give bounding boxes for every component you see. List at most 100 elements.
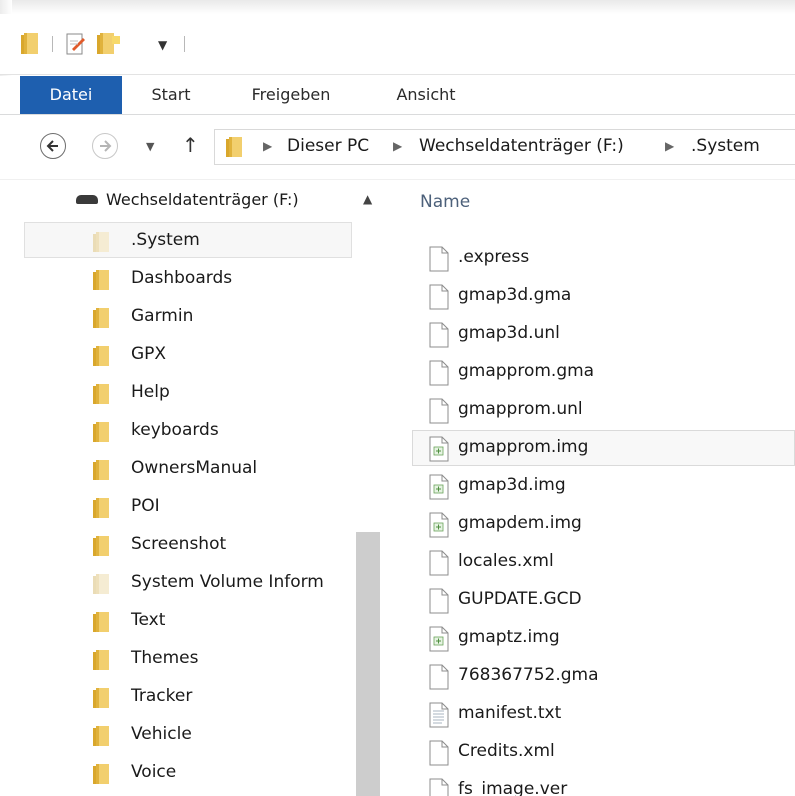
tree-item-vehicle[interactable]: Vehicle [0,716,353,754]
file-row-gmap3d-img[interactable]: gmap3d.img [384,468,795,506]
arrow-right-icon [100,140,112,152]
tab-datei[interactable]: Datei [20,76,122,114]
tree-item-system[interactable]: .System [0,222,353,260]
tree-item-label: Vehicle [131,724,192,744]
arrow-left-icon [46,140,58,152]
folder-icon [92,345,112,371]
up-button[interactable]: ↑ [182,133,199,157]
tree-item-voice[interactable]: Voice [0,754,353,792]
tab-freigeben[interactable]: Freigeben [230,76,352,114]
blank-file-icon [428,398,450,428]
file-row-gmap3d-gma[interactable]: gmap3d.gma [384,278,795,316]
folder-icon [92,231,112,257]
file-name: GUPDATE.GCD [458,589,582,609]
blank-file-icon [428,664,450,694]
blank-file-icon [428,778,450,796]
file-name: gmap3d.gma [458,285,572,305]
ribbon-tabs: Datei Start Freigeben Ansicht [0,76,795,115]
forward-button[interactable] [92,133,118,159]
image-file-icon [428,626,450,656]
tree-item-help[interactable]: Help [0,374,353,412]
folder-icon [92,649,112,675]
address-bar: ▼ ↑ ▶ Dieser PC ▶ Wechseldatenträger (F:… [0,115,795,180]
quick-access-toolbar: ▼ [0,14,795,75]
blank-file-icon [428,360,450,390]
file-row-gmapprom-img[interactable]: gmapprom.img [384,430,795,468]
file-row-manifest-txt[interactable]: manifest.txt [384,696,795,734]
tree-item-label: OwnersManual [131,458,258,478]
file-row-gmaptz-img[interactable]: gmaptz.img [384,620,795,658]
folder-icon [92,421,112,447]
tree-item-screenshot[interactable]: Screenshot [0,526,353,564]
file-row-gmapprom-gma[interactable]: gmapprom.gma [384,354,795,392]
tree-item-themes[interactable]: Themes [0,640,353,678]
file-row-gmap3d-unl[interactable]: gmap3d.unl [384,316,795,354]
file-name: gmap3d.unl [458,323,560,343]
tree-item-system-volume-inform[interactable]: System Volume Inform [0,564,353,602]
blank-file-icon [428,322,450,352]
breadcrumb-system[interactable]: .System [691,136,760,156]
folder-icon [92,307,112,333]
breadcrumb-drive[interactable]: Wechseldatenträger (F:) [419,136,624,156]
tree-item-dashboards[interactable]: Dashboards [0,260,353,298]
scrollbar-thumb[interactable] [356,532,380,796]
tree-item-label: Text [131,610,166,630]
folder-icon [92,383,112,409]
file-name: .express [458,247,530,267]
tree-item-label: keyboards [131,420,219,440]
file-row-gmapdem-img[interactable]: gmapdem.img [384,506,795,544]
tree-item-garmin[interactable]: Garmin [0,298,353,336]
file-name: manifest.txt [458,703,562,723]
address-path[interactable]: ▶ Dieser PC ▶ Wechseldatenträger (F:) ▶ … [214,129,795,165]
breadcrumb-dieser-pc[interactable]: Dieser PC [287,136,369,156]
tree-item-label: Dashboards [131,268,233,288]
tree-item-gpx[interactable]: GPX [0,336,353,374]
customize-toolbar-icon[interactable]: ▼ [158,38,167,52]
file-row-express[interactable]: .express [384,240,795,278]
file-row-gupdate-gcd[interactable]: GUPDATE.GCD [384,582,795,620]
text-file-icon [428,702,450,732]
tree-item-label: Garmin [131,306,194,326]
tree-root-drive[interactable]: Wechseldatenträger (F:) [76,190,299,214]
file-row-locales-xml[interactable]: locales.xml [384,544,795,582]
toolbar-separator [52,36,53,52]
new-folder-icon[interactable] [96,32,122,56]
folder-icon [92,497,112,523]
tree-item-keyboards[interactable]: keyboards [0,412,353,450]
breadcrumb-arrow-icon[interactable]: ▶ [263,139,272,153]
tree-item-tracker[interactable]: Tracker [0,678,353,716]
folder-tree: .System Dashboards Garmin GPX Help keyboards O… [0,222,353,792]
file-name: 768367752.gma [458,665,599,685]
recent-locations-button[interactable]: ▼ [146,140,154,153]
tree-item-text[interactable]: Text [0,602,353,640]
folder-icon [92,763,112,789]
column-header-name[interactable]: Name [420,192,470,212]
blank-file-icon [428,246,450,276]
back-button[interactable] [40,133,66,159]
folder-icon [92,269,112,295]
tab-ansicht[interactable]: Ansicht [378,76,474,114]
breadcrumb-arrow-icon[interactable]: ▶ [665,139,674,153]
tree-root-label: Wechseldatenträger (F:) [106,190,299,209]
nav-scrollbar[interactable]: ▲ [353,180,383,796]
usb-drive-icon [76,195,98,204]
tree-item-poi[interactable]: POI [0,488,353,526]
folder-icon [92,459,112,485]
tree-item-ownersmanual[interactable]: OwnersManual [0,450,353,488]
file-row-768367752-gma[interactable]: 768367752.gma [384,658,795,696]
tab-start[interactable]: Start [134,76,208,114]
blank-file-icon [428,588,450,618]
breadcrumb-arrow-icon[interactable]: ▶ [393,139,402,153]
file-row-credits-xml[interactable]: Credits.xml [384,734,795,772]
file-row-gmapprom-unl[interactable]: gmapprom.unl [384,392,795,430]
navigation-pane: Wechseldatenträger (F:) .System Dashboard… [0,180,383,796]
properties-icon[interactable] [64,32,88,56]
file-list-pane: Name .express gmap3d.gma gmap3d.unl gmappro… [384,180,795,796]
image-file-icon [428,436,450,466]
image-file-icon [428,512,450,542]
file-list: .express gmap3d.gma gmap3d.unl gmapprom.gma… [384,240,795,796]
file-name: gmapprom.img [458,437,589,457]
folder-icon[interactable] [20,32,42,56]
scroll-up-icon[interactable]: ▲ [363,192,372,206]
file-row-fs-image-ver[interactable]: fs_image.ver [384,772,795,796]
